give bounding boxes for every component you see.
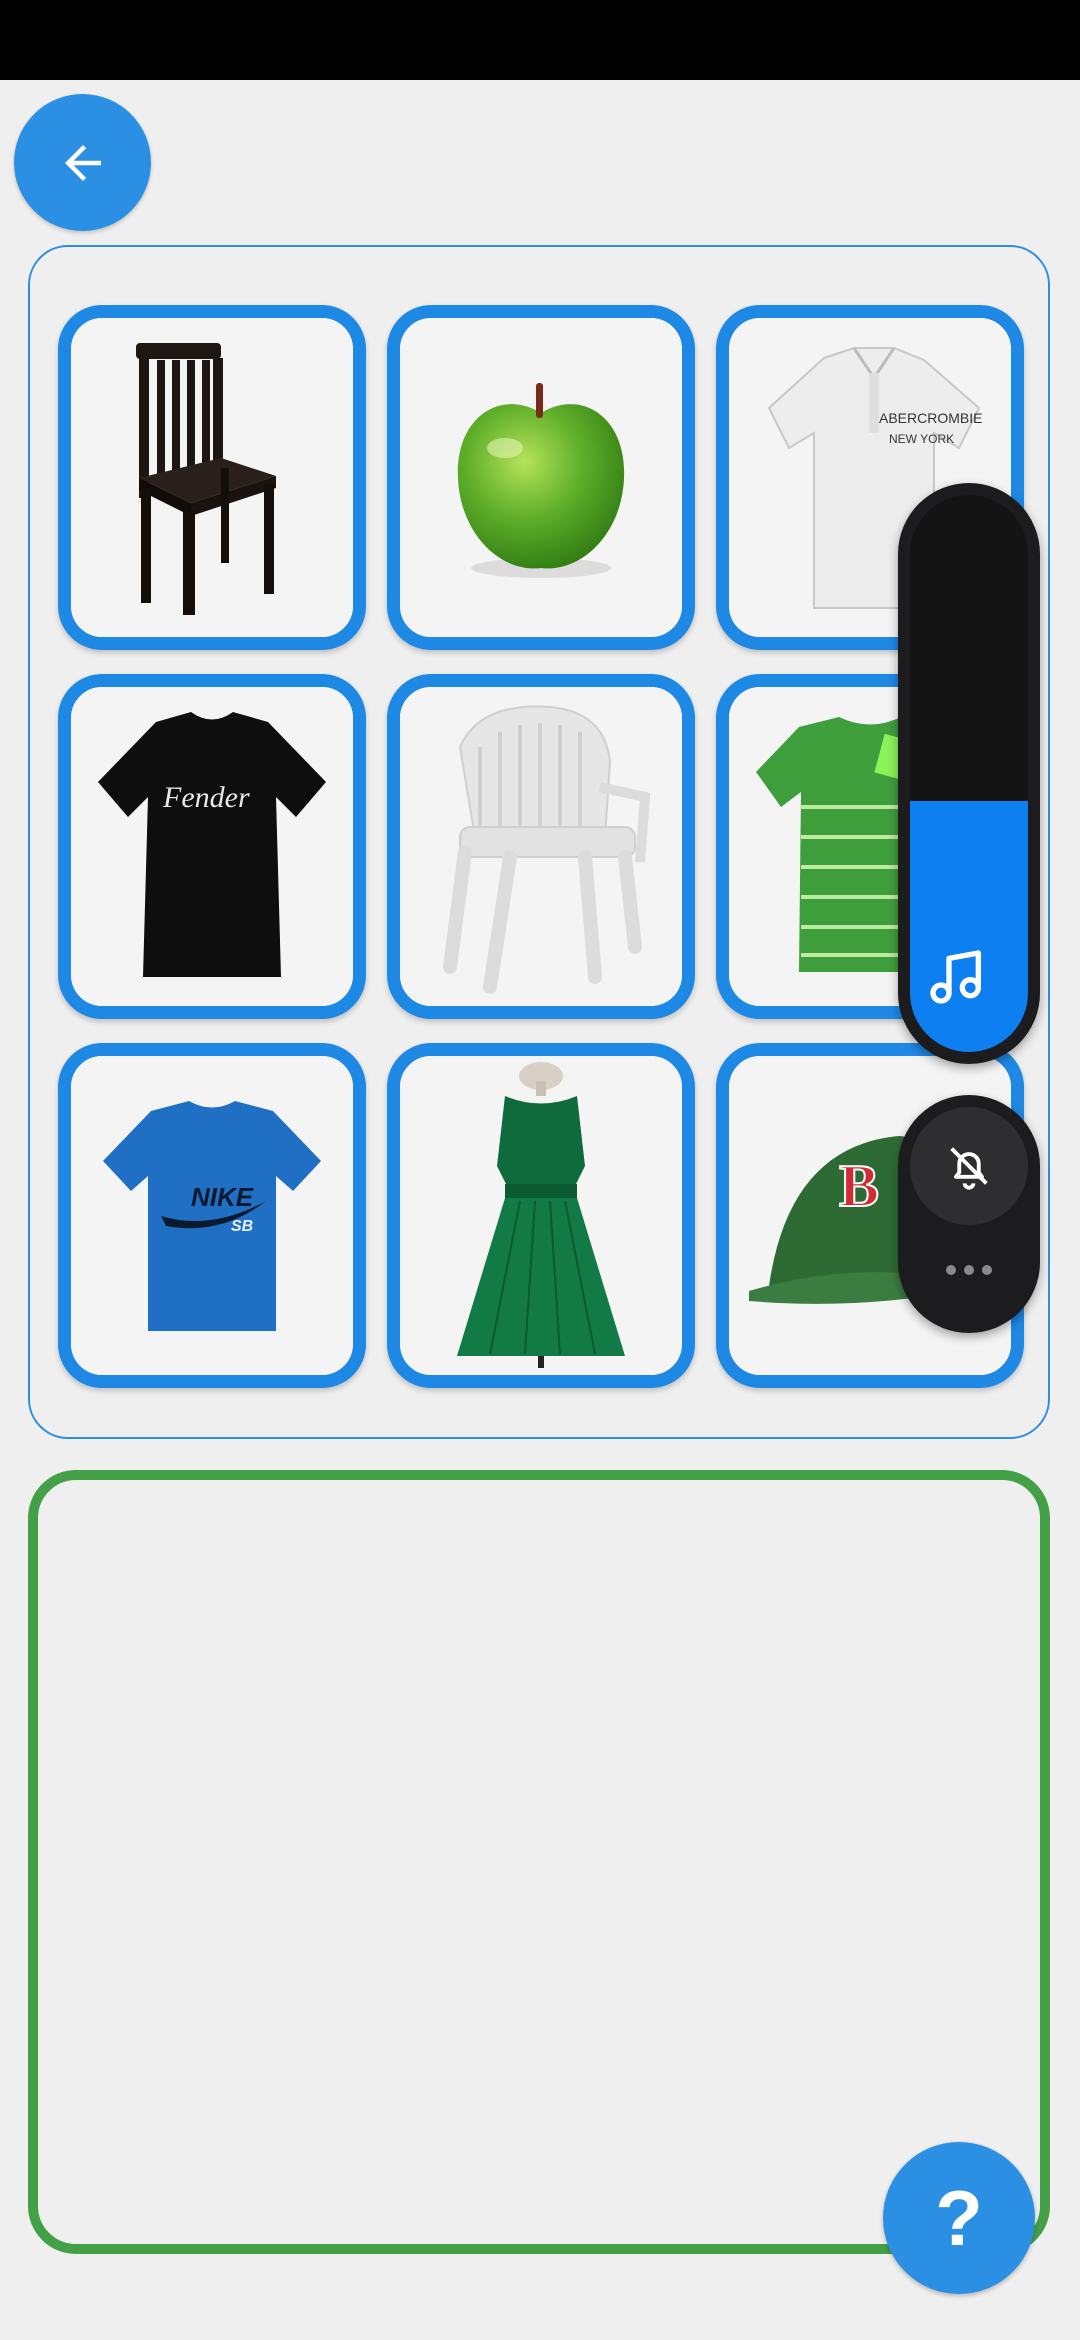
black-tshirt-image: Fender	[71, 687, 353, 1006]
svg-text:ABERCROMBIE: ABERCROMBIE	[879, 410, 982, 426]
answer-drop-area[interactable]	[28, 1470, 1050, 2254]
status-bar	[0, 0, 1080, 80]
picture-card-apple[interactable]	[387, 305, 695, 650]
picture-card-chair[interactable]	[58, 305, 366, 650]
svg-text:Fender: Fender	[162, 781, 250, 814]
green-dress-image	[400, 1056, 682, 1375]
ringer-panel	[898, 1095, 1040, 1333]
music-note-icon	[930, 950, 981, 1004]
svg-text:NIKE: NIKE	[191, 1182, 254, 1212]
back-button[interactable]	[14, 94, 151, 231]
picture-card-blue-tshirt[interactable]: NIKE SB	[58, 1043, 366, 1388]
ringer-mode-button[interactable]	[910, 1107, 1028, 1225]
svg-text:B: B	[839, 1153, 879, 1219]
svg-text:SB: SB	[231, 1218, 253, 1235]
volume-level-fill	[910, 801, 1028, 1052]
picture-card-black-tshirt[interactable]: Fender	[58, 674, 366, 1019]
picture-card-green-dress[interactable]	[387, 1043, 695, 1388]
svg-text:NEW YORK: NEW YORK	[889, 432, 954, 446]
bell-off-icon	[950, 1147, 988, 1190]
blue-tshirt-image: NIKE SB	[71, 1056, 353, 1375]
chair-image	[71, 318, 353, 637]
plastic-chair-image	[400, 687, 682, 1006]
picture-card-plastic-chair[interactable]	[387, 674, 695, 1019]
apple-image	[400, 318, 682, 637]
arrow-left-icon	[64, 144, 101, 181]
help-button[interactable]: ?	[883, 2142, 1035, 2294]
help-button-label: ?	[935, 2174, 983, 2262]
more-horizontal-icon[interactable]	[944, 1263, 994, 1277]
picture-grid: ABERCROMBIE NEW YORK Fender NIKE SB B	[28, 245, 1050, 1439]
volume-slider[interactable]	[898, 483, 1040, 1064]
